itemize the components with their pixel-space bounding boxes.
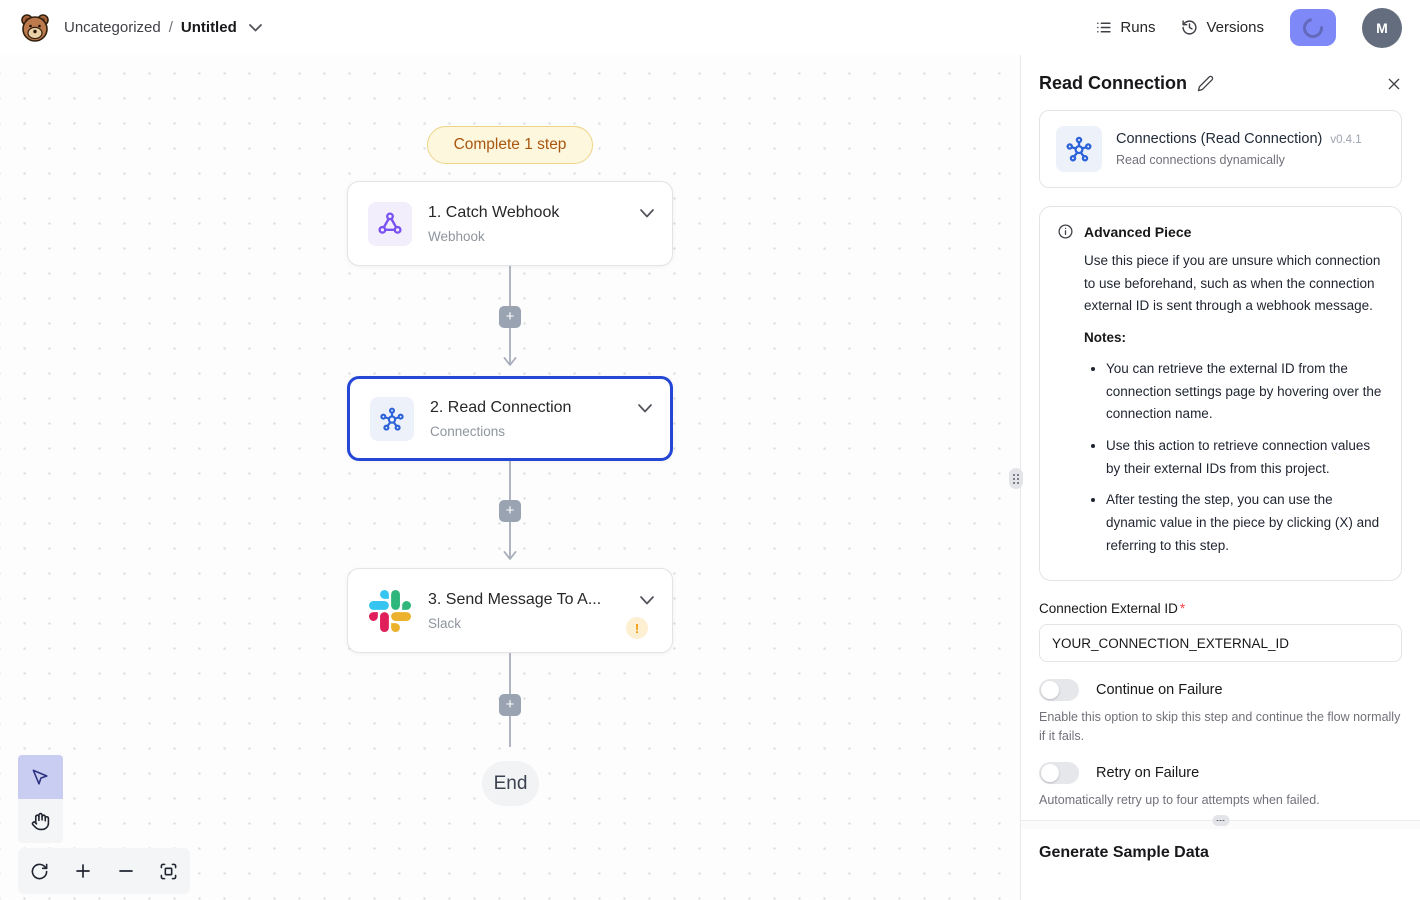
runs-button[interactable]: Runs [1095, 19, 1155, 36]
retry-on-failure-label: Retry on Failure [1096, 765, 1199, 781]
plus-icon [74, 862, 92, 880]
breadcrumb: Uncategorized / Untitled [64, 19, 262, 36]
external-id-input[interactable] [1039, 624, 1402, 662]
required-asterisk: * [1180, 601, 1185, 616]
notes-heading: Notes: [1084, 330, 1384, 345]
note-item: You can retrieve the external ID from th… [1106, 358, 1384, 426]
piece-description: Read connections dynamically [1116, 153, 1362, 167]
notes-list: You can retrieve the external ID from th… [1084, 358, 1384, 557]
fit-to-view-button[interactable] [150, 851, 188, 891]
versions-label: Versions [1206, 19, 1264, 36]
add-step-button[interactable]: + [499, 500, 521, 522]
note-item: After testing the step, you can use the … [1106, 489, 1384, 557]
breadcrumb-separator: / [169, 19, 173, 36]
runs-label: Runs [1120, 19, 1155, 36]
minus-icon [117, 862, 135, 880]
flow-canvas[interactable]: Complete 1 step 1. Catch Webhook Webhook… [0, 55, 1020, 900]
avatar-initial: M [1376, 20, 1388, 36]
generate-sample-data-heading: Generate Sample Data [1039, 844, 1402, 862]
section-resize-handle[interactable] [1212, 815, 1229, 826]
step-card-read-connection[interactable]: 2. Read Connection Connections [347, 376, 673, 461]
external-id-label: Connection External ID* [1039, 601, 1402, 616]
canvas-mode-toolbar [18, 755, 63, 843]
connections-icon [1056, 126, 1102, 172]
step-settings-panel: Read Connection Connections [1020, 55, 1420, 900]
chevron-down-icon[interactable] [640, 596, 654, 605]
runs-icon [1095, 19, 1112, 36]
step-subtitle: Slack [428, 616, 624, 631]
cursor-icon [31, 768, 50, 787]
step-title: 2. Read Connection [430, 399, 571, 416]
step-title: 3. Send Message To A... [428, 591, 601, 608]
step-subtitle: Webhook [428, 229, 624, 244]
chevron-down-icon[interactable] [640, 209, 654, 218]
publish-button-loading[interactable] [1290, 9, 1336, 46]
step-title: 1. Catch Webhook [428, 204, 559, 221]
retry-on-failure-description: Automatically retry up to four attempts … [1039, 791, 1402, 809]
close-panel-button[interactable] [1386, 76, 1402, 92]
step-warning-icon: ! [626, 617, 648, 639]
add-step-button[interactable]: + [499, 306, 521, 328]
drag-dots-icon [1217, 820, 1225, 822]
piece-version: v0.4.1 [1330, 134, 1361, 146]
note-item: Use this action to retrieve connection v… [1106, 435, 1384, 480]
info-icon [1057, 223, 1074, 240]
flow-end-node: End [482, 761, 539, 806]
step-card-catch-webhook[interactable]: 1. Catch Webhook Webhook [347, 181, 673, 266]
continue-on-failure-label: Continue on Failure [1096, 682, 1223, 698]
chevron-down-icon[interactable] [249, 24, 262, 32]
continue-on-failure-description: Enable this option to skip this step and… [1039, 708, 1402, 744]
pan-mode-button[interactable] [18, 799, 63, 843]
refresh-icon [30, 862, 49, 881]
select-mode-button[interactable] [18, 755, 63, 799]
webhook-icon [368, 202, 412, 246]
breadcrumb-flow-title[interactable]: Untitled [181, 19, 237, 36]
zoom-out-button[interactable] [107, 851, 145, 891]
step-subtitle: Connections [430, 424, 622, 439]
reset-zoom-button[interactable] [21, 851, 59, 891]
zoom-in-button[interactable] [64, 851, 102, 891]
piece-info-card: Connections (Read Connection) v0.4.1 Rea… [1039, 110, 1402, 188]
advanced-piece-info-box: Advanced Piece Use this piece if you are… [1039, 206, 1402, 581]
piece-name: Connections (Read Connection) [1116, 131, 1322, 147]
drag-dots-icon [1013, 474, 1019, 484]
canvas-zoom-toolbar [18, 848, 190, 894]
app-logo-bear-icon[interactable] [18, 11, 52, 45]
history-icon [1181, 19, 1198, 36]
panel-title: Read Connection [1039, 73, 1187, 94]
slack-icon [368, 589, 412, 633]
pencil-icon [1197, 75, 1214, 92]
versions-button[interactable]: Versions [1181, 19, 1264, 36]
fit-view-icon [159, 862, 178, 881]
info-heading: Advanced Piece [1084, 224, 1191, 240]
chevron-down-icon[interactable] [638, 404, 652, 413]
panel-resize-handle[interactable] [1009, 468, 1023, 489]
panel-section-divider [1021, 820, 1420, 829]
incomplete-steps-badge[interactable]: Complete 1 step [427, 126, 593, 164]
breadcrumb-folder[interactable]: Uncategorized [64, 19, 161, 36]
info-body: Use this piece if you are unsure which c… [1084, 250, 1384, 318]
hand-icon [31, 812, 50, 831]
connections-icon [370, 397, 414, 441]
top-bar: Uncategorized / Untitled Runs Versions [0, 0, 1420, 55]
step-card-send-message-slack[interactable]: 3. Send Message To A... Slack ! [347, 568, 673, 653]
rename-step-button[interactable] [1197, 75, 1214, 92]
add-step-button[interactable]: + [499, 694, 521, 716]
user-avatar[interactable]: M [1362, 8, 1402, 48]
loading-spinner-icon [1299, 14, 1327, 42]
retry-on-failure-toggle[interactable] [1039, 762, 1079, 784]
continue-on-failure-toggle[interactable] [1039, 679, 1079, 701]
close-icon [1386, 76, 1402, 92]
